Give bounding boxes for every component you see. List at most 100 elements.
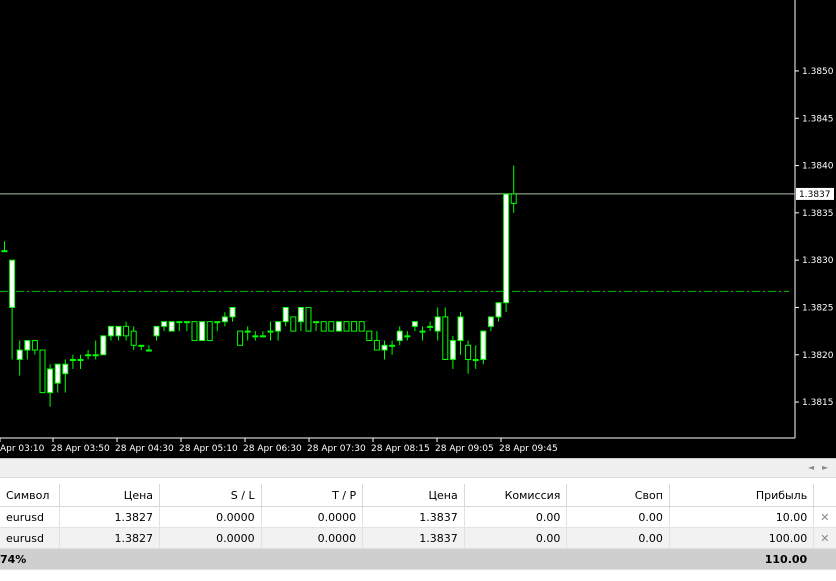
scroll-left-icon[interactable]: ◄ — [808, 463, 814, 472]
candle-body — [404, 335, 411, 338]
cell-symbol: eurusd — [0, 506, 61, 528]
candle-body — [24, 340, 31, 351]
candle-body — [267, 330, 274, 333]
candle-body — [503, 193, 510, 304]
table-row[interactable]: eurusd 1.3827 0.0000 0.0000 1.3837 0.00 … — [0, 506, 836, 528]
candle-body — [237, 330, 244, 346]
total-spacer — [362, 548, 465, 570]
candle-body — [62, 363, 69, 375]
candle-body — [343, 321, 350, 332]
close-order-icon[interactable]: ✕ — [813, 506, 836, 528]
cell-price: 1.3837 — [362, 527, 465, 549]
candlestick-chart[interactable]: 1.3850 1.3845 1.3840 1.3835 1.3830 1.3825 1.38… — [0, 0, 836, 458]
candle-body — [244, 330, 251, 333]
candle-body — [54, 363, 61, 384]
close-icon[interactable]: ✕ — [820, 532, 829, 545]
candle-body — [297, 306, 304, 323]
candle-body — [487, 316, 494, 327]
trades-table: Символ Цена S / L T / P Цена Комиссия Св… — [0, 484, 836, 570]
total-spacer — [464, 548, 568, 570]
price-tick-label: 1.3835 — [802, 209, 834, 219]
cell-tp[interactable]: 0.0000 — [261, 506, 364, 528]
time-tick-label: 28 Apr 06:30 — [243, 444, 302, 454]
time-tick-label: 28 Apr 09:05 — [435, 444, 494, 454]
price-tick-label: 1.3820 — [802, 351, 834, 361]
price-tick-label: 1.3825 — [802, 303, 834, 313]
time-tick-label: 28 Apr 09:45 — [499, 444, 558, 454]
candle-body — [366, 330, 373, 342]
column-header-price[interactable]: Цена — [362, 484, 465, 507]
candle-body — [130, 330, 137, 346]
candle-body — [206, 321, 213, 342]
candle-body — [47, 368, 54, 394]
candle-body — [221, 316, 228, 323]
candle-body — [427, 325, 434, 328]
candle-body — [168, 321, 175, 332]
cell-profit: 100.00 — [669, 527, 815, 549]
cell-sl[interactable]: 0.0000 — [159, 506, 262, 528]
candle-body — [275, 321, 282, 332]
candle-body — [351, 321, 358, 332]
cell-commission: 0.00 — [464, 527, 568, 549]
cell-price: 1.3837 — [362, 506, 465, 528]
cell-swap: 0.00 — [566, 527, 670, 549]
candle-body — [16, 349, 23, 360]
candle-body — [107, 325, 114, 337]
table-row[interactable]: eurusd 1.3827 0.0000 0.0000 1.3837 0.00 … — [0, 527, 836, 549]
candle-body — [510, 193, 517, 204]
time-tick-label: 28 Apr 07:30 — [307, 444, 366, 454]
close-order-icon[interactable]: ✕ — [813, 527, 836, 549]
column-header-sl[interactable]: S / L — [159, 484, 262, 507]
time-tick-label: 28 Apr 05:10 — [179, 444, 238, 454]
candle-body — [229, 306, 236, 318]
cell-open-price: 1.3827 — [59, 506, 161, 528]
candle-body — [480, 330, 487, 360]
candle-body — [442, 316, 449, 360]
candle-body — [39, 349, 46, 394]
candle-body — [153, 325, 160, 337]
column-header-symbol[interactable]: Символ — [0, 484, 61, 507]
cell-sl[interactable]: 0.0000 — [159, 527, 262, 549]
close-icon[interactable]: ✕ — [820, 511, 829, 524]
candle-body — [305, 306, 312, 332]
column-header-tp[interactable]: T / P — [261, 484, 364, 507]
candle-body — [123, 325, 130, 337]
cell-swap: 0.00 — [566, 506, 670, 528]
candle-body — [472, 358, 479, 361]
candle-body — [199, 321, 206, 342]
price-tick-label: 1.3840 — [802, 162, 834, 172]
column-header-open-price[interactable]: Цена — [59, 484, 161, 507]
total-spacer — [813, 548, 836, 570]
candle-body — [214, 321, 221, 324]
time-tick-label: Apr 03:10 — [0, 444, 45, 454]
column-header-commission[interactable]: Комиссия — [464, 484, 568, 507]
time-tick-label: 28 Apr 03:50 — [51, 444, 110, 454]
total-profit: 110.00 — [669, 548, 815, 570]
column-header-swap[interactable]: Своп — [566, 484, 670, 507]
candle-body — [411, 321, 418, 327]
candle-body — [457, 316, 464, 342]
cell-tp[interactable]: 0.0000 — [261, 527, 364, 549]
price-tick-label: 1.3850 — [802, 67, 834, 77]
balance-row: 74% 110.00 — [0, 548, 836, 570]
candle-body — [358, 321, 365, 332]
candle-body — [183, 321, 190, 324]
candle-body — [373, 340, 380, 351]
candle-body — [495, 302, 502, 318]
column-header-profit[interactable]: Прибыль — [669, 484, 815, 507]
candle-body — [191, 321, 198, 342]
candle-body — [259, 335, 266, 338]
current-price-label: 1.3837 — [799, 190, 831, 200]
candle-body — [449, 340, 456, 360]
scroll-right-icon[interactable]: ► — [822, 463, 828, 472]
table-header: Символ Цена S / L T / P Цена Комиссия Св… — [0, 484, 836, 507]
cell-commission: 0.00 — [464, 506, 568, 528]
candle-body — [161, 321, 168, 327]
candle-body — [69, 358, 76, 361]
candle-body — [335, 321, 342, 332]
candle-body — [290, 316, 297, 332]
candle-body — [9, 259, 16, 308]
price-chart[interactable]: 1.3850 1.3845 1.3840 1.3835 1.3830 1.3825 1.38… — [0, 0, 836, 458]
candle-body — [77, 358, 84, 361]
candle-body — [282, 306, 289, 323]
